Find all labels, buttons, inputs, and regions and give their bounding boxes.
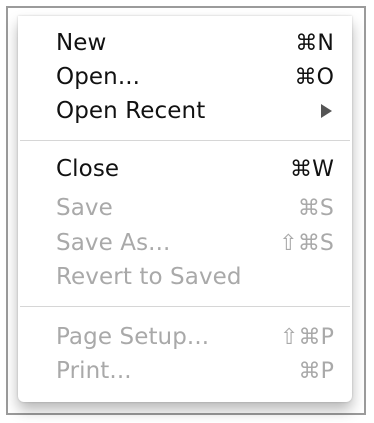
menu-separator: [20, 306, 350, 307]
menu-item-label: Page Setup...: [56, 324, 210, 350]
menu-item-close[interactable]: Close ⌘W: [56, 154, 334, 184]
menu-item-shortcut: ⌘P: [298, 358, 334, 384]
menu-item-page-setup: Page Setup... ⇧⌘P: [56, 322, 334, 352]
menu-item-revert-to-saved: Revert to Saved: [56, 262, 334, 292]
menu-item-label: Save As...: [56, 230, 171, 256]
menu-item-save: Save ⌘S: [56, 193, 334, 223]
menu-item-shortcut: ⇧⌘S: [279, 230, 334, 256]
menu-item-shortcut: ⌘W: [290, 156, 334, 182]
menu-item-print: Print... ⌘P: [56, 356, 334, 386]
menu-item-label: Open...: [56, 64, 141, 90]
menu-item-shortcut: ⌘O: [294, 64, 334, 90]
menu-item-new[interactable]: New ⌘N: [56, 28, 334, 58]
menu-item-label: Print...: [56, 358, 132, 384]
menu-item-open-recent[interactable]: Open Recent: [56, 96, 334, 126]
file-menu: New ⌘N Open... ⌘O Open Recent Close ⌘W S…: [18, 16, 352, 402]
submenu-arrow-icon: [321, 104, 332, 118]
menu-item-label: Revert to Saved: [56, 264, 242, 290]
menu-item-label: Close: [56, 156, 120, 182]
menu-separator: [20, 140, 350, 141]
menu-item-shortcut: ⇧⌘P: [279, 324, 334, 350]
menu-item-open[interactable]: Open... ⌘O: [56, 62, 334, 92]
menu-item-label: Open Recent: [56, 98, 206, 124]
menu-item-label: New: [56, 30, 107, 56]
menu-item-label: Save: [56, 195, 113, 221]
menu-item-shortcut: ⌘S: [297, 195, 334, 221]
menu-item-save-as: Save As... ⇧⌘S: [56, 228, 334, 258]
menu-item-shortcut: ⌘N: [295, 30, 334, 56]
